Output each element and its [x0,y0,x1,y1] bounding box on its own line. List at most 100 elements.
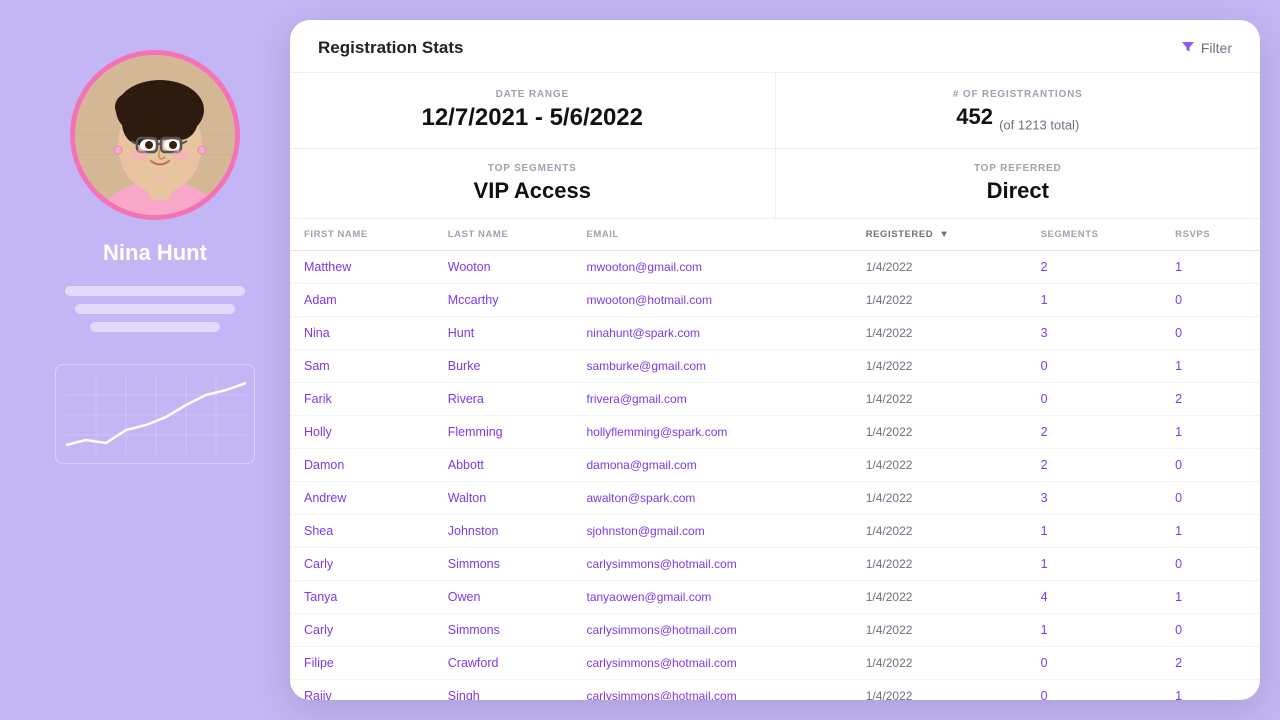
table-row[interactable]: Rajiv Singh carlysimmons@hotmail.com 1/4… [290,680,1260,700]
cell-email: mwooton@hotmail.com [572,284,851,317]
table-row[interactable]: Tanya Owen tanyaowen@gmail.com 1/4/2022 … [290,581,1260,614]
cell-rsvps: 2 [1161,647,1260,680]
cell-registered: 1/4/2022 [852,482,1027,515]
cell-segments: 2 [1027,416,1162,449]
col-first-name[interactable]: FIRST NAME [290,219,434,251]
table-row[interactable]: Carly Simmons carlysimmons@hotmail.com 1… [290,548,1260,581]
cell-registered: 1/4/2022 [852,383,1027,416]
cell-segments: 4 [1027,581,1162,614]
cell-registered: 1/4/2022 [852,647,1027,680]
cell-registered: 1/4/2022 [852,416,1027,449]
cell-email: tanyaowen@gmail.com [572,581,851,614]
cell-segments: 3 [1027,482,1162,515]
table-header-row: FIRST NAME LAST NAME EMAIL REGISTERED ▼ … [290,219,1260,251]
cell-first-name: Farik [290,383,434,416]
cell-last-name: Flemming [434,416,573,449]
cell-email: carlysimmons@hotmail.com [572,680,851,700]
cell-segments: 0 [1027,680,1162,700]
cell-segments: 2 [1027,251,1162,284]
cell-last-name: Wooton [434,251,573,284]
table-row[interactable]: Matthew Wooton mwooton@gmail.com 1/4/202… [290,251,1260,284]
cell-last-name: Simmons [434,614,573,647]
cell-last-name: Rivera [434,383,573,416]
col-email[interactable]: EMAIL [572,219,851,251]
cell-segments: 3 [1027,317,1162,350]
col-rsvps[interactable]: RSVPS [1161,219,1260,251]
cell-segments: 2 [1027,449,1162,482]
cell-first-name: Matthew [290,251,434,284]
date-range-value: 12/7/2021 - 5/6/2022 [318,104,747,132]
col-registered[interactable]: REGISTERED ▼ [852,219,1027,251]
cell-email: samburke@gmail.com [572,350,851,383]
cell-segments: 1 [1027,515,1162,548]
cell-rsvps: 1 [1161,416,1260,449]
cell-email: sjohnston@gmail.com [572,515,851,548]
cell-first-name: Rajiv [290,680,434,700]
filter-button[interactable]: Filter [1181,40,1232,57]
cell-email: ninahunt@spark.com [572,317,851,350]
cell-segments: 1 [1027,614,1162,647]
cell-segments: 0 [1027,647,1162,680]
table-row[interactable]: Shea Johnston sjohnston@gmail.com 1/4/20… [290,515,1260,548]
table-row[interactable]: Andrew Walton awalton@spark.com 1/4/2022… [290,482,1260,515]
cell-email: carlysimmons@hotmail.com [572,548,851,581]
date-range-label: DATE RANGE [318,89,747,100]
sort-arrow-registered: ▼ [939,229,949,240]
cell-registered: 1/4/2022 [852,350,1027,383]
registrations-cell: # OF REGISTRANTIONS 452 (of 1213 total) [776,73,1261,148]
table-row[interactable]: Nina Hunt ninahunt@spark.com 1/4/2022 3 … [290,317,1260,350]
top-referred-label: TOP REFERRED [804,163,1233,174]
cell-registered: 1/4/2022 [852,251,1027,284]
cell-rsvps: 2 [1161,383,1260,416]
cell-last-name: Crawford [434,647,573,680]
date-range-cell: DATE RANGE 12/7/2021 - 5/6/2022 [290,73,776,148]
cell-last-name: Burke [434,350,573,383]
top-segments-label: TOP SEGMENTS [318,163,747,174]
cell-last-name: Walton [434,482,573,515]
sidebar: Nina Hunt [20,20,290,700]
top-segments-value: VIP Access [318,178,747,204]
col-segments[interactable]: SEGMENTS [1027,219,1162,251]
cell-segments: 0 [1027,383,1162,416]
table-row[interactable]: Filipe Crawford carlysimmons@hotmail.com… [290,647,1260,680]
skeleton-bar-1 [65,286,245,296]
cell-rsvps: 0 [1161,449,1260,482]
cell-last-name: Abbott [434,449,573,482]
cell-last-name: Owen [434,581,573,614]
table-row[interactable]: Farik Rivera frivera@gmail.com 1/4/2022 … [290,383,1260,416]
table-row[interactable]: Holly Flemming hollyflemming@spark.com 1… [290,416,1260,449]
table-row[interactable]: Adam Mccarthy mwooton@hotmail.com 1/4/20… [290,284,1260,317]
data-table: FIRST NAME LAST NAME EMAIL REGISTERED ▼ … [290,219,1260,700]
col-last-name[interactable]: LAST NAME [434,219,573,251]
cell-rsvps: 1 [1161,251,1260,284]
cell-email: carlysimmons@hotmail.com [572,647,851,680]
cell-rsvps: 0 [1161,482,1260,515]
top-segments-cell: TOP SEGMENTS VIP Access [290,149,776,218]
cell-last-name: Singh [434,680,573,700]
cell-registered: 1/4/2022 [852,581,1027,614]
filter-label: Filter [1201,40,1232,56]
cell-segments: 1 [1027,284,1162,317]
cell-last-name: Johnston [434,515,573,548]
cell-rsvps: 0 [1161,548,1260,581]
cell-last-name: Simmons [434,548,573,581]
cell-registered: 1/4/2022 [852,614,1027,647]
cell-last-name: Mccarthy [434,284,573,317]
cell-email: awalton@spark.com [572,482,851,515]
cell-rsvps: 1 [1161,581,1260,614]
table-body: Matthew Wooton mwooton@gmail.com 1/4/202… [290,251,1260,700]
cell-segments: 0 [1027,350,1162,383]
cell-registered: 1/4/2022 [852,449,1027,482]
table-row[interactable]: Damon Abbott damona@gmail.com 1/4/2022 2… [290,449,1260,482]
cell-registered: 1/4/2022 [852,284,1027,317]
cell-email: frivera@gmail.com [572,383,851,416]
cell-rsvps: 1 [1161,680,1260,700]
cell-email: carlysimmons@hotmail.com [572,614,851,647]
table-row[interactable]: Sam Burke samburke@gmail.com 1/4/2022 0 … [290,350,1260,383]
cell-last-name: Hunt [434,317,573,350]
top-referred-value: Direct [804,178,1233,204]
skeleton-bar-2 [75,304,235,314]
table-row[interactable]: Carly Simmons carlysimmons@hotmail.com 1… [290,614,1260,647]
registrations-label: # OF REGISTRANTIONS [804,89,1233,100]
cell-first-name: Filipe [290,647,434,680]
